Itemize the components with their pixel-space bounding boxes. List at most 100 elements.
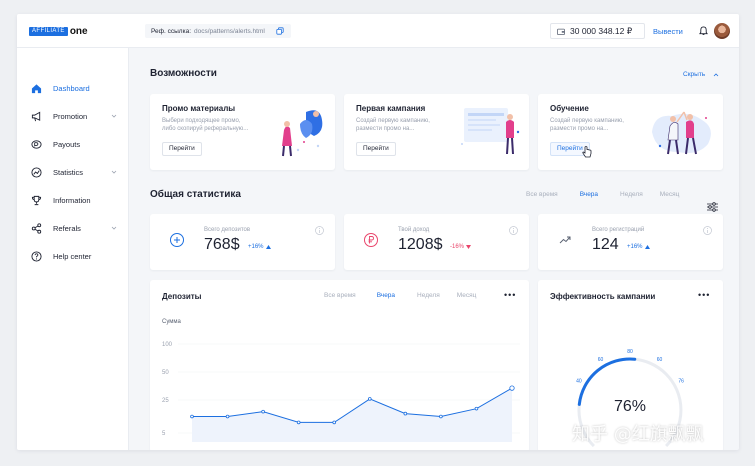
copy-icon[interactable] — [276, 27, 284, 35]
opportunities-title: Возможности — [150, 68, 217, 79]
sidebar-item-referals[interactable]: Referals — [17, 218, 129, 238]
sidebar-item-information[interactable]: Information — [17, 190, 129, 210]
chevron-down-icon — [111, 170, 117, 174]
watermark: 知乎 @红旗飘飘 — [572, 424, 704, 445]
chart-point[interactable] — [261, 409, 265, 414]
filter-all-time[interactable]: Все время — [526, 191, 558, 198]
filter-week[interactable]: Неделя — [620, 191, 643, 198]
ref-link-field[interactable]: Реф. ссылка: docs/patterns/alerts.html — [145, 24, 291, 38]
deposits-card: Депозиты Все время Вчера Неделя Месяц ••… — [150, 280, 529, 450]
filter-month[interactable]: Месяц — [457, 292, 477, 299]
sidebar: Dashboard Promotion Payouts Statistics I… — [17, 48, 129, 450]
sidebar-item-label: Statistics — [53, 167, 84, 177]
promo-card-desc: Создай первую кампанию, размести промо н… — [356, 117, 454, 133]
campaign-go-button[interactable]: Перейти — [356, 142, 396, 156]
hide-opportunities-button[interactable]: Скрыть — [683, 71, 719, 78]
promo-card-learning: Обучение Создай первую кампанию, размест… — [538, 94, 723, 170]
home-icon — [31, 83, 42, 93]
learning-illustration — [652, 111, 711, 155]
sidebar-item-label: Promotion — [53, 111, 88, 121]
sidebar-item-dashboard[interactable]: Dashboard — [17, 78, 129, 98]
chart-y-tick-label: 25 — [162, 398, 169, 404]
megaphone-icon — [31, 111, 41, 121]
stat-card-registrations: Всего регистраций 124 +16% — [538, 214, 723, 270]
sidebar-item-label: Payouts — [53, 139, 81, 149]
filter-week[interactable]: Неделя — [417, 292, 440, 299]
sidebar-item-payouts[interactable]: Payouts — [17, 134, 129, 154]
balance-value: 30 000 348.12 ₽ — [570, 25, 633, 36]
cursor-icon — [582, 146, 592, 158]
app-window: AFFILIATE one Реф. ссылка: docs/patterns… — [17, 14, 739, 450]
info-icon[interactable] — [315, 226, 324, 235]
filter-settings-icon[interactable] — [707, 202, 718, 212]
promo-card-desc-line: размести промо на... — [356, 126, 415, 132]
chevron-down-icon — [111, 226, 117, 230]
stat-label: Всего регистраций — [592, 227, 645, 233]
logo[interactable]: AFFILIATE one — [29, 26, 88, 37]
stat-label: Твой доход — [398, 227, 430, 233]
stat-delta-value: +16% — [248, 244, 264, 250]
chart-point[interactable] — [474, 406, 479, 411]
chart-point[interactable] — [296, 420, 301, 425]
gauge-scale-label: 76 — [678, 379, 684, 385]
chart-point[interactable] — [190, 414, 194, 419]
sidebar-item-promotion[interactable]: Promotion — [17, 106, 129, 126]
avatar[interactable] — [714, 23, 730, 39]
balance-display: 30 000 348.12 ₽ — [550, 23, 645, 39]
sidebar-item-statistics[interactable]: Statistics — [17, 162, 129, 182]
stat-delta: -16% — [450, 244, 472, 250]
stat-value: 768$ — [204, 236, 240, 253]
chart-point[interactable] — [367, 397, 372, 401]
stat-delta: +16% — [248, 244, 271, 250]
gauge-value: 76% — [614, 398, 646, 415]
statistics-icon — [31, 166, 42, 178]
ruble-circle-icon — [364, 233, 378, 247]
filter-yesterday[interactable]: Вчера — [580, 191, 598, 198]
chart-point[interactable] — [225, 414, 230, 419]
gauge-scale-label: 80 — [627, 349, 633, 355]
gauge-scale-label: 60 — [657, 357, 663, 363]
plus-circle-icon — [170, 233, 184, 247]
sidebar-item-label: Referals — [53, 223, 81, 233]
chart-point[interactable] — [439, 414, 443, 419]
filter-month[interactable]: Месяц — [660, 191, 680, 198]
info-icon[interactable] — [703, 226, 712, 235]
promo-materials-go-button[interactable]: Перейти — [162, 142, 202, 156]
sidebar-item-label: Dashboard — [53, 83, 90, 93]
logo-text: one — [69, 26, 88, 37]
stats-title: Общая статистика — [150, 189, 241, 200]
filter-all-time[interactable]: Все время — [324, 292, 356, 299]
efficiency-title: Эффективность кампании — [550, 292, 656, 301]
promo-card-materials: Промо материалы Выбери подходящее промо,… — [150, 94, 335, 170]
help-icon — [31, 250, 42, 262]
chart-y-tick-label: 50 — [162, 370, 169, 376]
chart-point[interactable] — [509, 385, 515, 391]
gauge-scale-label: 40 — [576, 379, 582, 385]
promo-card-desc-line: Создай первую кампанию, — [550, 118, 624, 124]
chart-point[interactable] — [403, 411, 408, 416]
sidebar-item-help-center[interactable]: Help center — [17, 246, 129, 266]
chart-point[interactable] — [332, 420, 337, 425]
chart-ylabel: Сумма — [162, 319, 182, 325]
logo-badge: AFFILIATE — [29, 27, 68, 36]
stat-delta-value: -16% — [450, 244, 465, 250]
withdraw-button[interactable]: Вывести — [653, 27, 683, 36]
promo-card-desc-line: размести промо на... — [550, 126, 609, 132]
stat-delta-value: +16% — [627, 244, 643, 250]
filter-yesterday[interactable]: Вчера — [377, 292, 395, 299]
sidebar-item-label: Help center — [53, 251, 92, 261]
trend-up-icon — [559, 236, 571, 244]
stat-label: Всего депозитов — [204, 227, 251, 233]
bell-icon[interactable] — [699, 26, 708, 36]
sidebar-item-label: Information — [53, 195, 91, 205]
efficiency-more-button[interactable]: ••• — [698, 290, 710, 300]
info-icon[interactable] — [509, 226, 518, 235]
arrow-up-icon — [265, 245, 271, 249]
hide-label: Скрыть — [683, 71, 706, 78]
deposits-more-button[interactable]: ••• — [504, 290, 516, 300]
promo-card-title: Первая кампания — [356, 104, 426, 113]
chart-y-tick-label: 100 — [162, 342, 173, 348]
chart-y-tick-label: 5 — [162, 431, 166, 437]
wallet-icon — [557, 28, 565, 35]
stat-delta: +16% — [627, 244, 650, 250]
